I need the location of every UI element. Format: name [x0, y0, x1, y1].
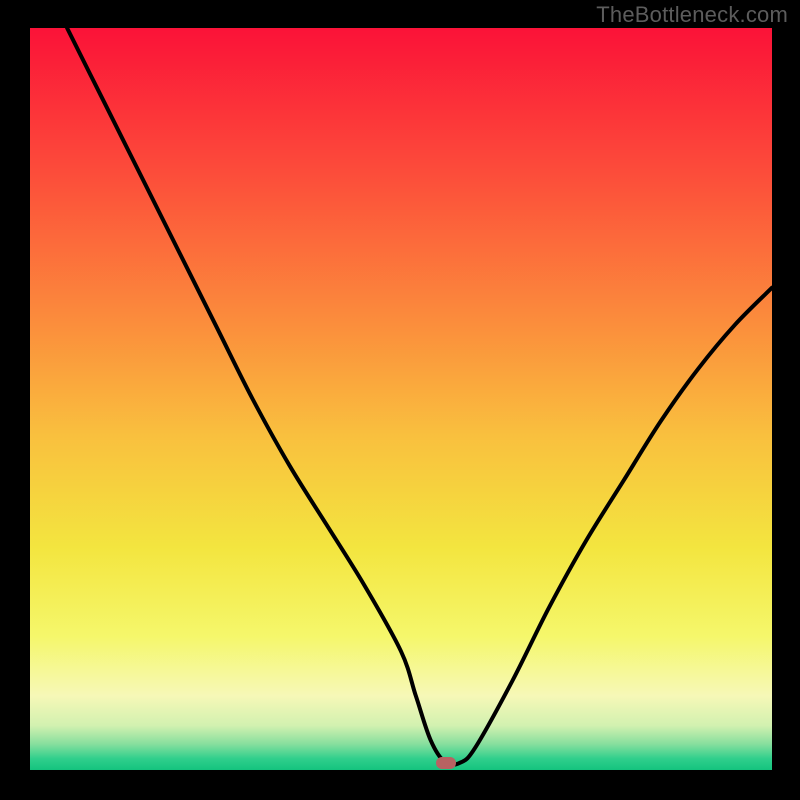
optimal-point-marker — [436, 757, 456, 769]
curve-layer — [30, 28, 772, 770]
chart-frame: TheBottleneck.com — [0, 0, 800, 800]
bottleneck-curve — [67, 28, 772, 765]
plot-area — [30, 28, 772, 770]
watermark-text: TheBottleneck.com — [596, 2, 788, 28]
